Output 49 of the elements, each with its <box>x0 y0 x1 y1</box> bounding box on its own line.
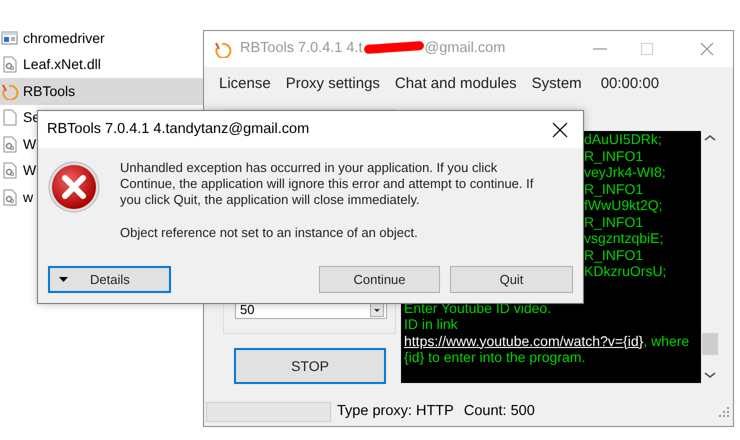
log-line: R_INFO1 <box>584 180 644 197</box>
file-name[interactable]: Leaf.xNet.dll <box>23 54 101 76</box>
gear-file-icon <box>1 56 19 74</box>
log-line: R_INFO1 <box>584 148 644 164</box>
log-line: R_INFO1 <box>584 246 644 263</box>
window-title: RBTools 7.0.4.1 4.t @gmail.com <box>240 39 506 58</box>
menu-item[interactable]: Proxy settings <box>286 72 380 96</box>
status-text: Count: 500 <box>464 402 535 421</box>
menu-item[interactable]: System <box>532 72 582 96</box>
close-icon <box>551 120 569 138</box>
maximize-icon <box>639 41 655 57</box>
menu-item[interactable]: Chat and modules <box>394 72 517 96</box>
resize-grip-icon <box>718 406 730 418</box>
log-line: veyJrk4-WI8; <box>584 164 666 180</box>
timer-text: 00:00:00 <box>600 74 660 94</box>
gear-file-icon <box>1 136 19 153</box>
gear-file-icon <box>1 162 19 180</box>
file-name[interactable]: W <box>23 134 36 155</box>
details-button[interactable]: Details <box>48 266 171 293</box>
log-line: fWwU9kt2Q; <box>584 197 663 214</box>
log-line: R_INFO1 <box>584 214 644 230</box>
application-icon <box>1 30 19 47</box>
log-line: vsgzntzqbiE; <box>584 230 664 246</box>
file-icon <box>1 109 19 126</box>
menu-item[interactable]: License <box>219 72 271 96</box>
file-name[interactable]: chromedriver <box>23 28 105 49</box>
youtube-link[interactable]: https://www.youtube.com/watch?v={id} <box>404 332 644 348</box>
caret-icon <box>59 277 68 282</box>
ring-logo-icon <box>214 40 232 58</box>
log-line: KDkzruOrsU; <box>584 263 666 280</box>
scroll-thumb[interactable] <box>702 333 718 355</box>
stop-button[interactable]: STOP <box>234 348 386 384</box>
log-line: ID in link https://www.youtube.com/watch?v={id}, where {id} to enter into the program. <box>404 316 690 366</box>
ring-logo-icon <box>1 82 19 100</box>
dialog-title: RBTools 7.0.4.1 4.tandytanz@gmail.com <box>47 120 310 139</box>
status-text: Type proxy: HTTP <box>337 402 454 421</box>
error-icon <box>47 160 101 214</box>
gear-file-icon <box>1 188 19 206</box>
file-name[interactable]: W <box>23 160 36 182</box>
file-row[interactable]: RBTools <box>0 78 203 104</box>
error-detail: Object reference not set to an instance of an object. <box>120 225 419 241</box>
error-message: Unhandled exception has occurred in your application. If you click Continue, the application will ignore this error and attempt to continue. If you click Quit, the application will close immediately. <box>120 160 534 208</box>
close-icon <box>699 41 715 57</box>
log-line: dAuUI5DRk; <box>584 131 662 148</box>
dialog-button[interactable]: Quit <box>450 266 573 293</box>
file-name: RBTools <box>23 82 76 101</box>
file-name[interactable]: w <box>23 186 34 208</box>
dialog-button[interactable]: Continue <box>319 266 440 293</box>
minimize-icon <box>593 48 607 50</box>
